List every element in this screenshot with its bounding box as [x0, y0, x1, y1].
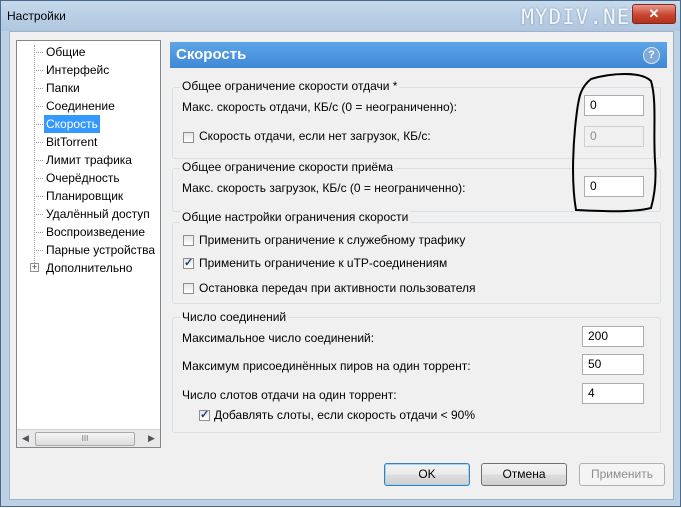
scroll-left-icon[interactable]: ◀ — [17, 430, 34, 447]
tree-item-label: Лимит трафика — [46, 153, 132, 167]
close-button[interactable]: ✕ — [632, 4, 676, 24]
tree-item-label: Очерёдность — [46, 171, 120, 185]
scroll-thumb[interactable]: III — [35, 432, 135, 446]
overhead-checkbox[interactable] — [183, 235, 194, 246]
extra-slots-label: Добавлять слоты, если скорость отдачи < … — [214, 408, 475, 422]
stop-on-activity-label: Остановка передач при активности пользов… — [199, 281, 476, 295]
apply-button: Применить — [579, 463, 665, 486]
upload-max-label: Макс. скорость отдачи, КБ/с (0 = неогран… — [182, 100, 457, 114]
tree-item-label: Скорость — [44, 115, 100, 133]
settings-window: Настройки MYDIV.NET ✕ Общие Интерфейс Па… — [0, 0, 681, 507]
tree-item-label: BitTorrent — [46, 135, 98, 149]
max-peers-input[interactable]: 50 — [582, 354, 644, 375]
stop-on-activity-checkbox[interactable] — [183, 283, 194, 294]
tree-item-label: Дополнительно — [46, 261, 133, 275]
tree-horizontal-scrollbar[interactable]: ◀ III ▶ — [17, 429, 160, 447]
tree-item-label: Интерфейс — [46, 63, 110, 77]
upload-no-download-checkbox[interactable] — [183, 132, 194, 143]
general-group-title: Общие настройки ограничения скорости — [180, 210, 411, 224]
scroll-grip-icon: III — [81, 434, 89, 443]
tree-item-label: Удалённый доступ — [46, 207, 150, 221]
settings-tree[interactable]: Общие Интерфейс Папки Соединение Скорост… — [16, 40, 161, 448]
cancel-button[interactable]: Отмена — [481, 463, 567, 486]
download-max-input[interactable]: 0 — [584, 176, 644, 197]
upload-group-title: Общее ограничение скорости отдачи * — [180, 79, 400, 93]
extra-slots-checkbox[interactable] — [199, 408, 210, 421]
tree-item-label: Соединение — [46, 99, 115, 113]
window-title: Настройки — [7, 9, 66, 23]
utp-checkbox[interactable] — [183, 256, 194, 269]
tree-item-label: Воспроизведение — [46, 225, 146, 239]
upload-no-download-label: Скорость отдачи, если нет загрузок, КБ/с… — [199, 129, 431, 143]
tree-item-label: Папки — [46, 81, 80, 95]
title-bar: Настройки MYDIV.NET ✕ — [1, 1, 680, 31]
watermark: MYDIV.NET — [521, 5, 644, 29]
section-header: Скорость ? — [170, 42, 667, 68]
expand-icon[interactable]: + — [30, 263, 39, 272]
tree-item-label: Общие — [46, 45, 86, 59]
max-connections-label: Максимальное число соединений: — [182, 331, 375, 345]
overhead-label: Применить ограничение к служебному трафи… — [199, 233, 466, 247]
upload-slots-label: Число слотов отдачи на один торрент: — [182, 388, 397, 402]
dialog-body: Общие Интерфейс Папки Соединение Скорост… — [9, 31, 674, 500]
download-group-title: Общее ограничение скорости приёма — [180, 160, 396, 174]
scroll-right-icon[interactable]: ▶ — [143, 430, 160, 447]
upload-max-input[interactable]: 0 — [584, 95, 644, 116]
tree-item-label: Планировщик — [46, 189, 124, 203]
tree-line — [34, 45, 35, 271]
max-peers-label: Максимум присоединённых пиров на один то… — [182, 359, 471, 373]
upload-slots-input[interactable]: 4 — [582, 383, 644, 404]
connections-group-title: Число соединений — [180, 310, 289, 324]
help-icon[interactable]: ? — [643, 47, 660, 64]
tree-item-label: Парные устройства — [46, 243, 156, 257]
utp-label: Применить ограничение к uTP-соединениям — [199, 256, 448, 270]
download-max-label: Макс. скорость загрузок, КБ/с (0 = неогр… — [182, 181, 466, 195]
ok-button[interactable]: OK — [384, 463, 470, 486]
max-connections-input[interactable]: 200 — [582, 326, 644, 347]
upload-no-download-input[interactable]: 0 — [584, 126, 644, 147]
page-title: Скорость — [176, 46, 247, 63]
close-icon: ✕ — [648, 6, 660, 21]
